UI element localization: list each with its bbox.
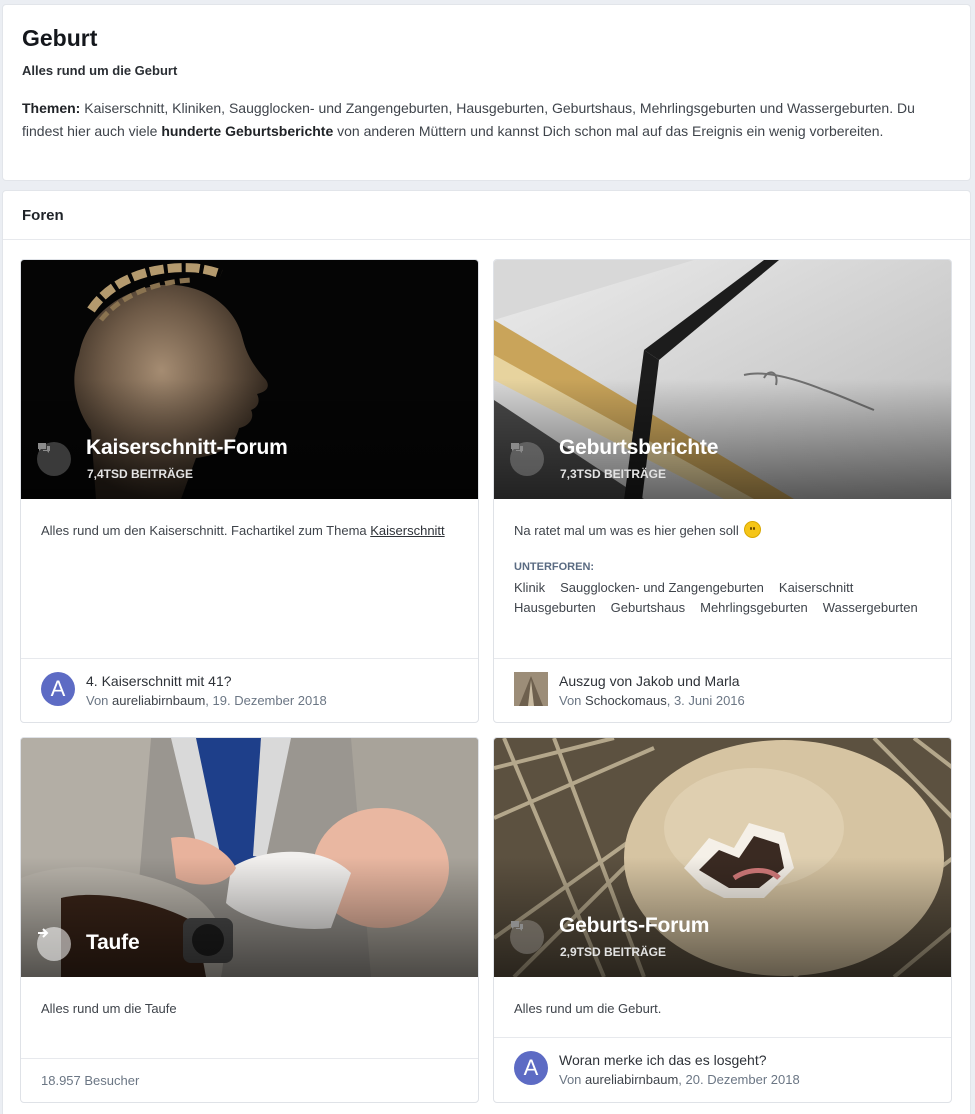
speech-bubbles-icon bbox=[37, 442, 71, 476]
last-post-meta: Von aureliabirnbaum, 20. Dezember 2018 bbox=[559, 1072, 800, 1087]
speech-bubbles-icon bbox=[510, 442, 544, 476]
forum-card-geburts-forum[interactable]: Geburts-Forum 2,9tsd Beiträge Alles rund… bbox=[493, 737, 952, 1103]
last-post-date[interactable]: 19. Dezember 2018 bbox=[213, 693, 327, 708]
description-text: Alles rund um den Kaiserschnitt. Fachart… bbox=[41, 523, 371, 538]
divider bbox=[3, 239, 970, 240]
forum-hero-image[interactable]: Geburts-Forum 2,9tsd Beiträge bbox=[494, 738, 951, 977]
avatar[interactable]: A bbox=[41, 672, 75, 706]
last-post-user[interactable]: aureliabirnbaum bbox=[112, 693, 205, 708]
category-description: Themen: Kaiserschnitt, Kliniken, Saugglo… bbox=[22, 97, 957, 142]
subforum-link[interactable]: Klinik bbox=[514, 578, 545, 598]
post-count: 7,3tsd Beiträge bbox=[560, 467, 667, 481]
speech-bubbles-icon bbox=[510, 920, 544, 954]
smiley-icon bbox=[744, 521, 762, 538]
divider bbox=[21, 1058, 478, 1059]
last-post-user[interactable]: Schockomaus bbox=[585, 693, 667, 708]
last-post-date[interactable]: 20. Dezember 2018 bbox=[686, 1072, 800, 1087]
post-count: 2,9tsd Beiträge bbox=[560, 945, 667, 959]
subforum-link[interactable]: Kaiserschnitt bbox=[779, 578, 853, 598]
post-count: 7,4tsd Beiträge bbox=[87, 467, 194, 481]
subforums-label: Unterforen: bbox=[514, 561, 595, 573]
themes-label: Themen: bbox=[22, 100, 81, 116]
last-post-title[interactable]: Woran merke ich das es losgeht? bbox=[559, 1052, 767, 1068]
arrow-right-icon bbox=[37, 927, 71, 961]
subforum-link[interactable]: Hausgeburten bbox=[514, 598, 596, 618]
forum-card-geburtsberichte[interactable]: Geburtsberichte 7,3tsd Beiträge Na ratet… bbox=[493, 259, 952, 723]
category-header: Geburt Alles rund um die Geburt Themen: … bbox=[2, 4, 971, 181]
by-label: Von bbox=[559, 1072, 582, 1087]
rest-text: von anderen Müttern und kannst Dich scho… bbox=[333, 122, 884, 139]
divider bbox=[494, 1037, 951, 1038]
divider bbox=[21, 658, 478, 659]
forum-hero-image[interactable]: Taufe bbox=[21, 738, 478, 977]
subforums-list: Klinik Saugglocken- und Zangengeburten Kai… bbox=[514, 578, 934, 618]
subforum-link[interactable]: Saugglocken- und Zangengeburten bbox=[560, 578, 764, 598]
last-post-meta: Von Schockomaus, 3. Juni 2016 bbox=[559, 693, 745, 708]
subforum-link[interactable]: Geburtshaus bbox=[611, 598, 685, 618]
page-title: Geburt bbox=[22, 25, 98, 51]
visitor-count: 18.957 Besucher bbox=[41, 1073, 140, 1088]
forum-hero-image[interactable]: Kaiserschnitt-Forum 7,4tsd Beiträge bbox=[21, 260, 478, 499]
hero-shade bbox=[21, 857, 478, 977]
description-text: Na ratet mal um was es hier gehen soll bbox=[514, 523, 739, 538]
by-label: Von bbox=[86, 693, 109, 708]
forum-title[interactable]: Geburtsberichte bbox=[559, 436, 718, 460]
forum-description: Alles rund um die Taufe bbox=[41, 1001, 177, 1016]
by-label: Von bbox=[559, 693, 582, 708]
section-title: Foren bbox=[22, 207, 64, 224]
last-post-title[interactable]: Auszug von Jakob und Marla bbox=[559, 673, 740, 689]
forum-card-kaiserschnitt[interactable]: Kaiserschnitt-Forum 7,4tsd Beiträge Alle… bbox=[20, 259, 479, 723]
forums-section: Foren Kaiserschnitt-Forum 7,4TSD BEITRÄG… bbox=[2, 190, 971, 1114]
forum-description: Alles rund um die Geburt. bbox=[514, 1001, 662, 1016]
last-post-meta: Von aureliabirnbaum, 19. Dezember 2018 bbox=[86, 693, 327, 708]
forum-description: Na ratet mal um was es hier gehen soll bbox=[514, 521, 934, 541]
divider bbox=[494, 658, 951, 659]
forum-hero-image[interactable]: Geburtsberichte 7,3tsd Beiträge bbox=[494, 260, 951, 499]
highlight-text: hunderte Geburtsberichte bbox=[161, 122, 334, 139]
description-link[interactable]: Kaiserschnitt bbox=[370, 523, 444, 538]
last-post-date[interactable]: 3. Juni 2016 bbox=[674, 693, 745, 708]
forum-description: Alles rund um den Kaiserschnitt. Fachart… bbox=[41, 521, 461, 541]
page-subtitle: Alles rund um die Geburt bbox=[22, 63, 178, 78]
subforum-link[interactable]: Mehrlingsgeburten bbox=[700, 598, 808, 618]
avatar[interactable]: A bbox=[514, 1051, 548, 1085]
avatar[interactable] bbox=[514, 672, 548, 706]
forum-card-taufe[interactable]: Taufe Alles rund um die Taufe 18.957 Bes… bbox=[20, 737, 479, 1103]
last-post-title[interactable]: 4. Kaiserschnitt mit 41? bbox=[86, 673, 232, 689]
subforum-link[interactable]: Wassergeburten bbox=[823, 598, 918, 618]
last-post-user[interactable]: aureliabirnbaum bbox=[585, 1072, 678, 1087]
forum-title[interactable]: Kaiserschnitt-Forum bbox=[86, 436, 288, 460]
forum-title[interactable]: Geburts-Forum bbox=[559, 914, 709, 938]
forum-title[interactable]: Taufe bbox=[86, 931, 140, 955]
